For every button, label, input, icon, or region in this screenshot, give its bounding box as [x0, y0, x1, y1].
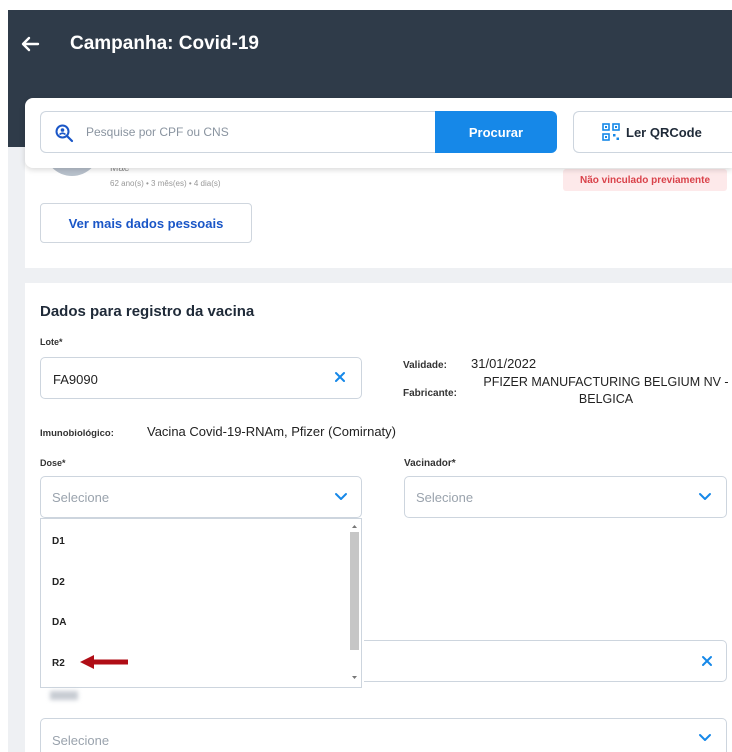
- dropdown-scrollbar-thumb[interactable]: [350, 532, 359, 650]
- vacinador-label: Vacinador*: [404, 458, 456, 469]
- chevron-down-icon[interactable]: [334, 492, 348, 502]
- lote-value: FA9090: [53, 372, 98, 387]
- dropdown-option-d1[interactable]: D1: [52, 536, 65, 547]
- person-search-icon: [55, 124, 74, 143]
- chevron-down-icon[interactable]: [698, 733, 712, 743]
- dose-placeholder: Selecione: [52, 490, 110, 505]
- qrcode-button-label: Ler QRCode: [626, 124, 702, 140]
- dose-label: Dose*: [40, 458, 66, 468]
- status-badge: Não vinculado previamente: [563, 169, 727, 191]
- bottom-select-placeholder: Selecione: [52, 733, 110, 748]
- app-header: Campanha: Covid-19: [8, 10, 732, 80]
- dropdown-option-d2[interactable]: D2: [52, 577, 65, 588]
- imunobiologico-label: Imunobiológico:: [40, 428, 114, 439]
- annotation-arrow-icon: [80, 655, 128, 669]
- bottom-select[interactable]: [40, 718, 727, 752]
- close-icon[interactable]: [700, 654, 714, 668]
- arrow-left-icon[interactable]: [18, 32, 42, 56]
- person-age: 62 ano(s) • 3 mês(es) • 4 dia(s): [110, 179, 221, 188]
- obscured-input[interactable]: [364, 640, 727, 682]
- fabricante-value: PFIZER MANUFACTURING BELGIUM NV - BELGIC…: [483, 375, 729, 406]
- vacinador-placeholder: Selecione: [416, 490, 474, 505]
- chevron-down-icon[interactable]: [698, 492, 712, 502]
- close-icon[interactable]: [333, 370, 347, 384]
- dropdown-option-da[interactable]: DA: [52, 617, 66, 628]
- dropdown-option-blurred: [50, 691, 78, 700]
- fabricante-label: Fabricante:: [403, 388, 457, 399]
- imunobiologico-value: Vacina Covid-19-RNAm, Pfizer (Comirnaty): [147, 424, 396, 439]
- lote-label: Lote*: [40, 337, 63, 347]
- validade-label: Validade:: [403, 360, 447, 371]
- validade-value: 31/01/2022: [471, 356, 537, 371]
- qr-code-icon: [602, 123, 620, 141]
- search-button[interactable]: Procurar: [435, 111, 557, 153]
- section-title: Dados para registro da vacina: [40, 303, 255, 320]
- page-title: Campanha: Covid-19: [70, 33, 259, 54]
- search-placeholder: Pesquise por CPF ou CNS: [86, 125, 229, 139]
- more-personal-data-button[interactable]: Ver mais dados pessoais: [40, 203, 252, 243]
- dropdown-option-r2[interactable]: R2: [52, 658, 65, 669]
- read-qrcode-button[interactable]: Ler QRCode: [573, 111, 732, 153]
